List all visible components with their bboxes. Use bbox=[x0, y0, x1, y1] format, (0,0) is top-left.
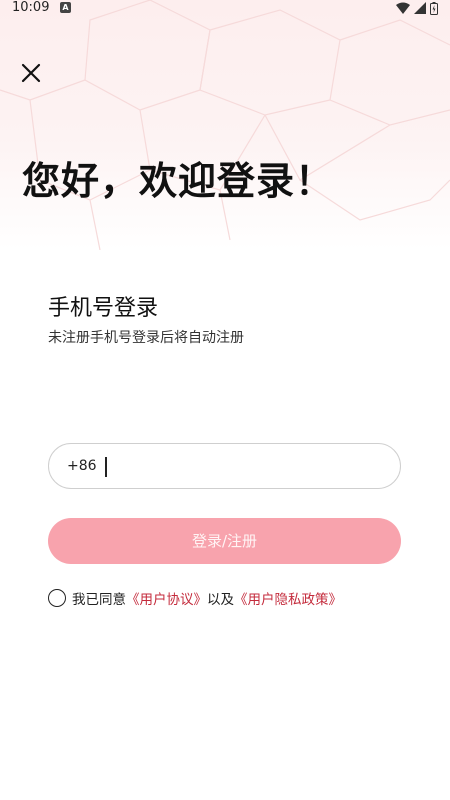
agreement-row: 我已同意 《用户协议》 以及 《用户隐私政策》 bbox=[48, 588, 342, 608]
login-register-button[interactable]: 登录/注册 bbox=[48, 518, 401, 564]
hero-background bbox=[0, 0, 450, 250]
login-method-title: 手机号登录 bbox=[48, 296, 159, 321]
notification-icon: A bbox=[60, 2, 71, 13]
status-icons bbox=[396, 1, 438, 15]
privacy-policy-link[interactable]: 《用户隐私政策》 bbox=[234, 588, 342, 608]
phone-field[interactable]: +86 bbox=[48, 443, 401, 489]
wifi-icon bbox=[396, 2, 410, 14]
close-icon bbox=[21, 63, 41, 83]
agreement-conjunction: 以及 bbox=[207, 592, 234, 608]
text-caret bbox=[105, 457, 107, 477]
signal-icon bbox=[414, 2, 426, 14]
user-agreement-link[interactable]: 《用户协议》 bbox=[126, 588, 207, 608]
status-time: 10:09 bbox=[12, 0, 50, 15]
phone-input[interactable] bbox=[106, 451, 400, 481]
agreement-prefix: 我已同意 bbox=[72, 592, 126, 608]
page-title: 您好，欢迎登录！ bbox=[22, 159, 335, 203]
login-method-subtitle: 未注册手机号登录后将自动注册 bbox=[48, 330, 244, 346]
country-code[interactable]: +86 bbox=[67, 458, 97, 474]
status-bar: 10:09 A bbox=[0, 0, 450, 16]
hex-pattern-decoration bbox=[0, 0, 450, 250]
agreement-checkbox[interactable] bbox=[48, 589, 66, 607]
close-button[interactable] bbox=[16, 58, 46, 88]
battery-icon bbox=[430, 1, 438, 15]
